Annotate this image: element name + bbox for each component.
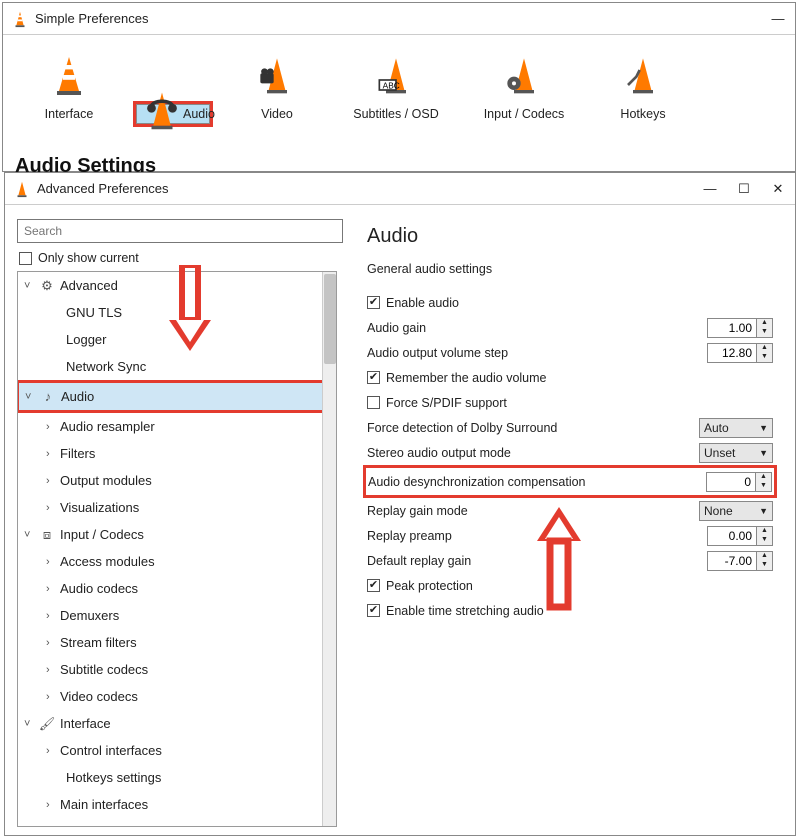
category-interface[interactable]: Interface [23, 45, 115, 127]
tree-item-access-modules[interactable]: ›Access modules [18, 548, 336, 575]
vlc-cone-icon [13, 180, 31, 198]
panel-heading: Audio [367, 225, 773, 248]
volume-step-label: Audio output volume step [367, 346, 707, 360]
tree-item-output-modules[interactable]: ›Output modules [18, 467, 336, 494]
up-arrow-annotation [531, 505, 587, 615]
category-label: Interface [25, 107, 113, 121]
category-audio[interactable]: Audio [136, 104, 210, 124]
dolby-label: Force detection of Dolby Surround [367, 421, 699, 435]
enable-audio-row: ✔ Enable audio [367, 290, 773, 315]
advanced-preferences-window: Advanced Preferences — ☐ ✕ Only show cur… [4, 172, 796, 836]
down-arrow-annotation [165, 265, 215, 355]
tree-item-audio[interactable]: ˅♪Audio [19, 383, 333, 410]
audio-gain-spinner[interactable]: ▲▼ [707, 318, 773, 338]
only-show-current-checkbox[interactable] [19, 252, 32, 265]
remember-volume-checkbox[interactable]: ✔ [367, 371, 380, 384]
tree-item-visualizations[interactable]: ›Visualizations [18, 494, 336, 521]
category-label: Input / Codecs [471, 107, 577, 121]
tree-item-subtitle-codecs[interactable]: ›Subtitle codecs [18, 656, 336, 683]
only-show-current-label: Only show current [38, 251, 139, 265]
timestretch-checkbox[interactable]: ✔ [367, 604, 380, 617]
tree-item-hotkeys-settings[interactable]: Hotkeys settings [18, 764, 336, 791]
audio-tree-highlight: ˅♪Audio [17, 380, 336, 413]
audio-cat-highlight: Audio [133, 101, 213, 127]
advanced-title: Advanced Preferences [37, 181, 701, 196]
tree-item-interface[interactable]: ˅🖌Interface [18, 710, 336, 737]
enable-audio-label: Enable audio [386, 296, 459, 310]
category-video[interactable]: Video [231, 45, 323, 127]
tree-item-audio-codecs[interactable]: ›Audio codecs [18, 575, 336, 602]
audio-gain-label: Audio gain [367, 321, 707, 335]
right-pane: Audio General audio settings ✔ Enable au… [341, 205, 795, 835]
remember-volume-label: Remember the audio volume [386, 371, 547, 385]
gear-icon: ⚙ [38, 278, 56, 294]
force-spdif-checkbox[interactable] [367, 396, 380, 409]
left-pane: Only show current ˅⚙Advanced GNU TLS Log… [5, 205, 341, 835]
simple-categories: Interface Audio Video ABC Subtitles / OS… [3, 35, 795, 133]
desync-label: Audio desynchronization compensation [368, 475, 706, 489]
category-label: Subtitles / OSD [343, 107, 449, 121]
volume-step-spinner[interactable]: ▲▼ [707, 343, 773, 363]
note-icon: ♪ [39, 389, 57, 404]
category-label: Video [233, 107, 321, 121]
minimize-button[interactable]: — [769, 11, 787, 26]
tree-item-network-sync[interactable]: Network Sync [18, 353, 336, 380]
paint-icon: 🖌 [38, 716, 56, 732]
codec-icon: ⧈ [38, 527, 56, 543]
timestretch-label: Enable time stretching audio [386, 604, 544, 618]
peak-checkbox[interactable]: ✔ [367, 579, 380, 592]
dolby-select[interactable]: Auto▼ [699, 418, 773, 438]
peak-label: Peak protection [386, 579, 473, 593]
tree-item-video-codecs[interactable]: ›Video codecs [18, 683, 336, 710]
category-label: Audio [183, 107, 215, 121]
replay-preamp-spinner[interactable]: ▲▼ [707, 526, 773, 546]
stereo-mode-label: Stereo audio output mode [367, 446, 699, 460]
svg-text:ABC: ABC [383, 80, 400, 90]
category-hotkeys[interactable]: Hotkeys [597, 45, 689, 127]
category-label: Hotkeys [599, 107, 687, 121]
list-icon: ≡ [38, 824, 56, 827]
close-button[interactable]: ✕ [769, 181, 787, 197]
tree-item-main-interfaces[interactable]: ›Main interfaces [18, 791, 336, 818]
panel-subheading: General audio settings [367, 262, 773, 276]
category-input-codecs[interactable]: Input / Codecs [469, 45, 579, 127]
simple-title: Simple Preferences [35, 11, 769, 26]
replay-mode-select[interactable]: None▼ [699, 501, 773, 521]
tree-item-filters[interactable]: ›Filters [18, 440, 336, 467]
tree-scrollbar[interactable] [322, 272, 336, 826]
tree-item-input-codecs[interactable]: ˅⧈Input / Codecs [18, 521, 336, 548]
simple-titlebar: Simple Preferences — [3, 3, 795, 35]
stereo-mode-select[interactable]: Unset▼ [699, 443, 773, 463]
scrollbar-thumb[interactable] [324, 274, 336, 364]
tree-item-control-interfaces[interactable]: ›Control interfaces [18, 737, 336, 764]
force-spdif-label: Force S/PDIF support [386, 396, 507, 410]
search-input[interactable] [17, 219, 343, 243]
tree-item-audio-resampler[interactable]: ›Audio resampler [18, 413, 336, 440]
tree-item-demuxers[interactable]: ›Demuxers [18, 602, 336, 629]
tree-item-playlist[interactable]: ˅≡Playlist [18, 818, 336, 827]
category-subtitles[interactable]: ABC Subtitles / OSD [341, 45, 451, 127]
vlc-cone-icon [11, 10, 29, 28]
enable-audio-checkbox[interactable]: ✔ [367, 296, 380, 309]
tree-item-stream-filters[interactable]: ›Stream filters [18, 629, 336, 656]
simple-preferences-window: Simple Preferences — Interface Audio Vid… [2, 2, 796, 172]
minimize-button[interactable]: — [701, 181, 719, 197]
desync-spinner[interactable]: ▲▼ [706, 472, 772, 492]
default-replay-spinner[interactable]: ▲▼ [707, 551, 773, 571]
maximize-button[interactable]: ☐ [735, 181, 753, 197]
desync-highlight: Audio desynchronization compensation ▲▼ [363, 465, 777, 498]
advanced-titlebar: Advanced Preferences — ☐ ✕ [5, 173, 795, 205]
